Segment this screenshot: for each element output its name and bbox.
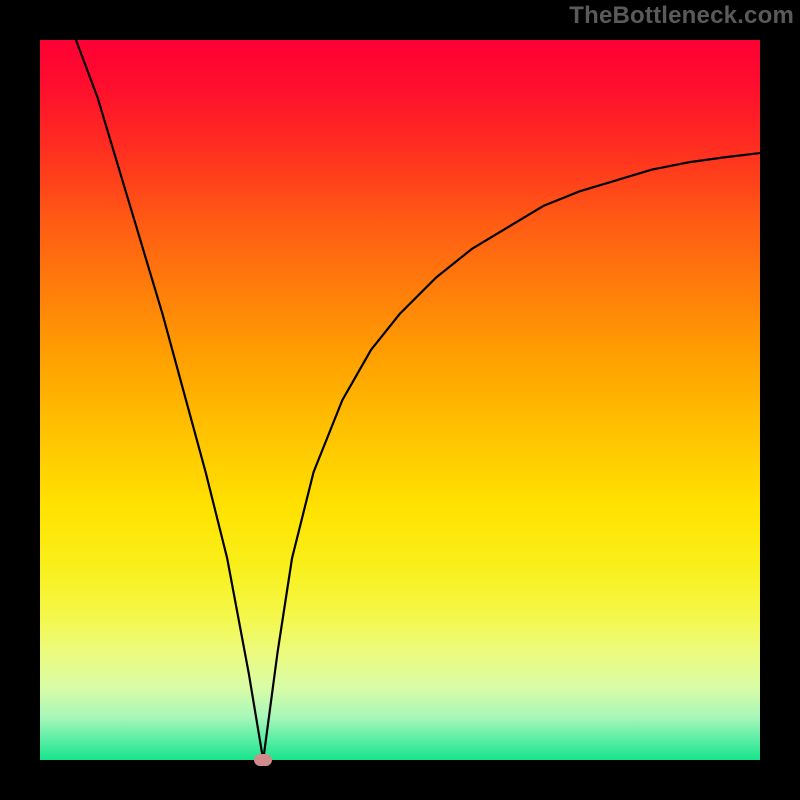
bottleneck-curve bbox=[76, 40, 760, 760]
minimum-marker-icon bbox=[254, 754, 272, 766]
curve-svg bbox=[40, 40, 760, 760]
chart-frame: TheBottleneck.com bbox=[0, 0, 800, 800]
plot-area bbox=[40, 40, 760, 760]
watermark-label: TheBottleneck.com bbox=[569, 2, 794, 30]
